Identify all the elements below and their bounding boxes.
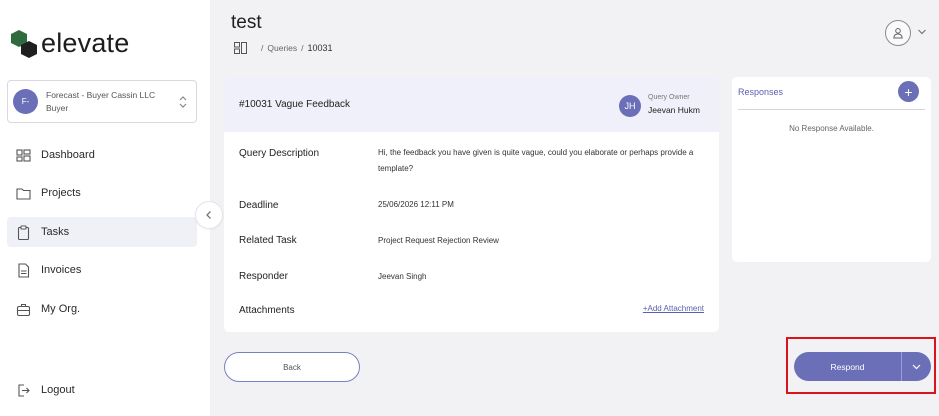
folder-icon [15, 185, 31, 201]
sidebar-item-label: Projects [41, 187, 81, 199]
logo[interactable]: elevate [10, 28, 129, 59]
add-response-button[interactable]: + [898, 81, 919, 102]
chevron-left-icon [206, 211, 211, 219]
query-details-card: #10031 Vague Feedback JH Query Owner Jee… [224, 77, 719, 332]
invoice-icon [15, 262, 31, 278]
org-name: Forecast - Buyer Cassin LLC [46, 89, 156, 100]
divider [738, 109, 925, 110]
owner-name: Jeevan Hukm [648, 105, 700, 115]
elevate-logo-icon [11, 29, 37, 58]
owner-label: Query Owner [648, 94, 690, 101]
sidebar-item-my-org[interactable]: My Org. [7, 294, 197, 324]
sidebar-item-label: My Org. [41, 303, 81, 315]
sidebar: elevate F- Forecast - Buyer Cassin LLC B… [0, 0, 210, 416]
owner-avatar: JH [619, 95, 641, 117]
breadcrumb-separator: / [301, 43, 304, 53]
logout-label: Logout [41, 384, 75, 396]
user-menu-button[interactable] [885, 20, 911, 46]
description-label: Query Description [239, 148, 320, 159]
no-responses-text: No Response Available. [789, 124, 874, 133]
sidebar-item-label: Invoices [41, 264, 82, 276]
sidebar-item-tasks[interactable]: Tasks [7, 217, 197, 247]
responses-title: Responses [738, 87, 784, 97]
deadline-label: Deadline [239, 200, 279, 211]
org-role: Buyer [46, 102, 69, 113]
sidebar-item-projects[interactable]: Projects [7, 178, 197, 208]
breadcrumb-separator: / [261, 43, 264, 53]
back-button[interactable]: Back [224, 352, 360, 382]
add-attachment-link[interactable]: +Add Attachment [643, 304, 704, 313]
query-title: #10031 Vague Feedback [239, 99, 351, 110]
responder-value: Jeevan Singh [378, 272, 427, 281]
clipboard-icon [15, 224, 31, 240]
breadcrumb-item-current: 10031 [307, 43, 333, 53]
briefcase-icon [15, 301, 31, 317]
related-task-label: Related Task [239, 235, 297, 246]
attachments-label: Attachments [239, 305, 295, 316]
logo-text: elevate [41, 28, 130, 58]
responder-label: Responder [239, 271, 288, 282]
deadline-value: 25/06/2026 12:11 PM [378, 200, 454, 209]
sidebar-item-dashboard[interactable]: Dashboard [7, 140, 197, 170]
sidebar-item-invoices[interactable]: Invoices [7, 255, 197, 285]
logout-button[interactable]: Logout [7, 375, 197, 405]
logout-icon [15, 382, 31, 398]
dashboard-icon [15, 147, 31, 163]
org-avatar: F- [13, 89, 38, 114]
org-selector[interactable]: F- Forecast - Buyer Cassin LLC Buyer [7, 80, 197, 123]
page-title: test [231, 12, 262, 33]
respond-button[interactable]: Respond [794, 352, 901, 381]
related-task-value: Project Request Rejection Review [378, 236, 499, 245]
sidebar-item-label: Tasks [41, 226, 70, 238]
sidebar-item-label: Dashboard [41, 149, 95, 161]
query-card-header: #10031 Vague Feedback JH Query Owner Jee… [224, 77, 719, 132]
user-icon [893, 28, 903, 39]
responses-card: Responses + No Response Available. [732, 77, 931, 262]
description-value: Hi, the feedback you have given is quite… [378, 148, 694, 173]
respond-dropdown-button[interactable] [901, 352, 931, 381]
sidebar-collapse-button[interactable] [195, 201, 223, 229]
chevron-down-icon [912, 364, 921, 369]
dashboard-icon[interactable] [234, 42, 247, 54]
chevron-down-icon[interactable] [917, 28, 927, 36]
chevron-up-down-icon [179, 96, 187, 108]
breadcrumb: / Queries / 10031 [234, 42, 333, 54]
breadcrumb-item-queries[interactable]: Queries [267, 43, 297, 53]
